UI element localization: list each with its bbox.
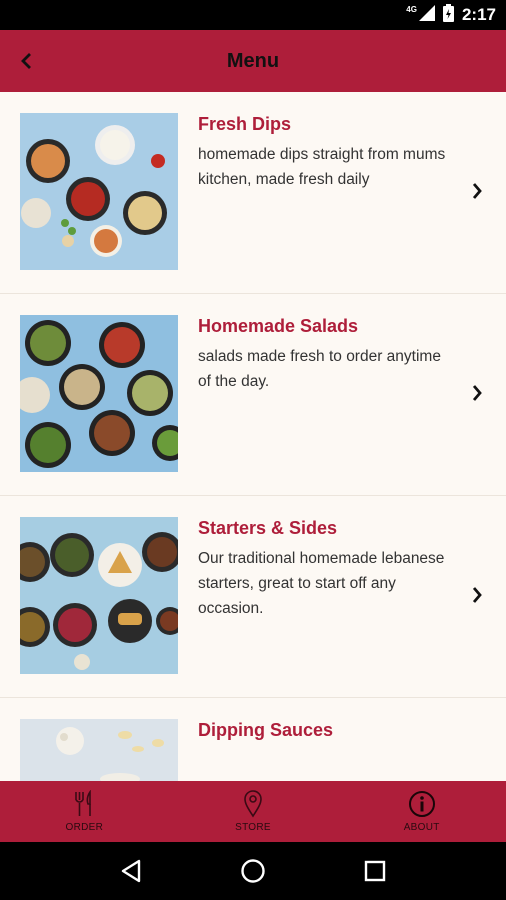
nav-about[interactable]: ABOUT — [337, 781, 506, 842]
location-pin-icon — [239, 789, 267, 819]
back-button[interactable] — [10, 44, 44, 78]
menu-list: Fresh Dips homemade dips straight from m… — [0, 92, 506, 781]
signal-icon — [418, 4, 435, 26]
fork-knife-icon — [70, 789, 98, 819]
system-home-button[interactable] — [233, 851, 273, 891]
status-bar: 4G 2:17 — [0, 0, 506, 30]
square-recents-icon — [364, 860, 386, 882]
status-icons: 4G 2:17 — [406, 3, 496, 27]
menu-item-fresh-dips[interactable]: Fresh Dips homemade dips straight from m… — [0, 92, 506, 294]
menu-item-description: homemade dips straight from mums kitchen… — [198, 146, 446, 188]
menu-item-homemade-salads[interactable]: Homemade Salads salads made fresh to ord… — [0, 294, 506, 496]
starters-sides-image — [20, 517, 178, 674]
chevron-right-icon[interactable] — [466, 180, 488, 202]
clock: 2:17 — [461, 5, 496, 24]
nav-store[interactable]: STORE — [169, 781, 338, 842]
menu-item-title: Homemade Salads — [198, 316, 359, 336]
page-title: Menu — [226, 50, 280, 72]
app-bar: Menu — [0, 30, 506, 92]
menu-item-title: Dipping Sauces — [198, 720, 334, 740]
homemade-salads-image — [20, 315, 178, 472]
menu-item-title: Fresh Dips — [198, 114, 292, 134]
system-back-button[interactable] — [111, 851, 151, 891]
circle-home-icon — [241, 859, 265, 883]
menu-item-description: Our traditional homemade lebanese starte… — [198, 550, 445, 617]
system-recents-button[interactable] — [355, 851, 395, 891]
chevron-right-icon[interactable] — [466, 382, 488, 404]
menu-item-dipping-sauces[interactable]: Dipping Sauces — [0, 698, 506, 781]
menu-item-starters-sides[interactable]: Starters & Sides Our traditional homemad… — [0, 496, 506, 698]
nav-order[interactable]: ORDER — [0, 781, 169, 842]
nav-label: STORE — [235, 822, 271, 833]
dipping-sauces-image — [20, 719, 178, 781]
back-arrow-icon — [21, 53, 31, 69]
system-nav-bar — [0, 842, 506, 900]
menu-item-title: Starters & Sides — [198, 518, 338, 538]
nav-label: ORDER — [65, 822, 104, 833]
chevron-right-icon[interactable] — [466, 584, 488, 606]
network-type: 4G — [406, 4, 417, 14]
battery-icon — [442, 3, 454, 27]
triangle-back-icon — [121, 859, 141, 883]
nav-label: ABOUT — [403, 822, 440, 833]
menu-item-description: salads made fresh to order anytime of th… — [198, 348, 441, 390]
fresh-dips-image — [20, 113, 178, 270]
bottom-nav: ORDER STORE ABOUT — [0, 781, 506, 842]
info-icon — [408, 789, 436, 819]
